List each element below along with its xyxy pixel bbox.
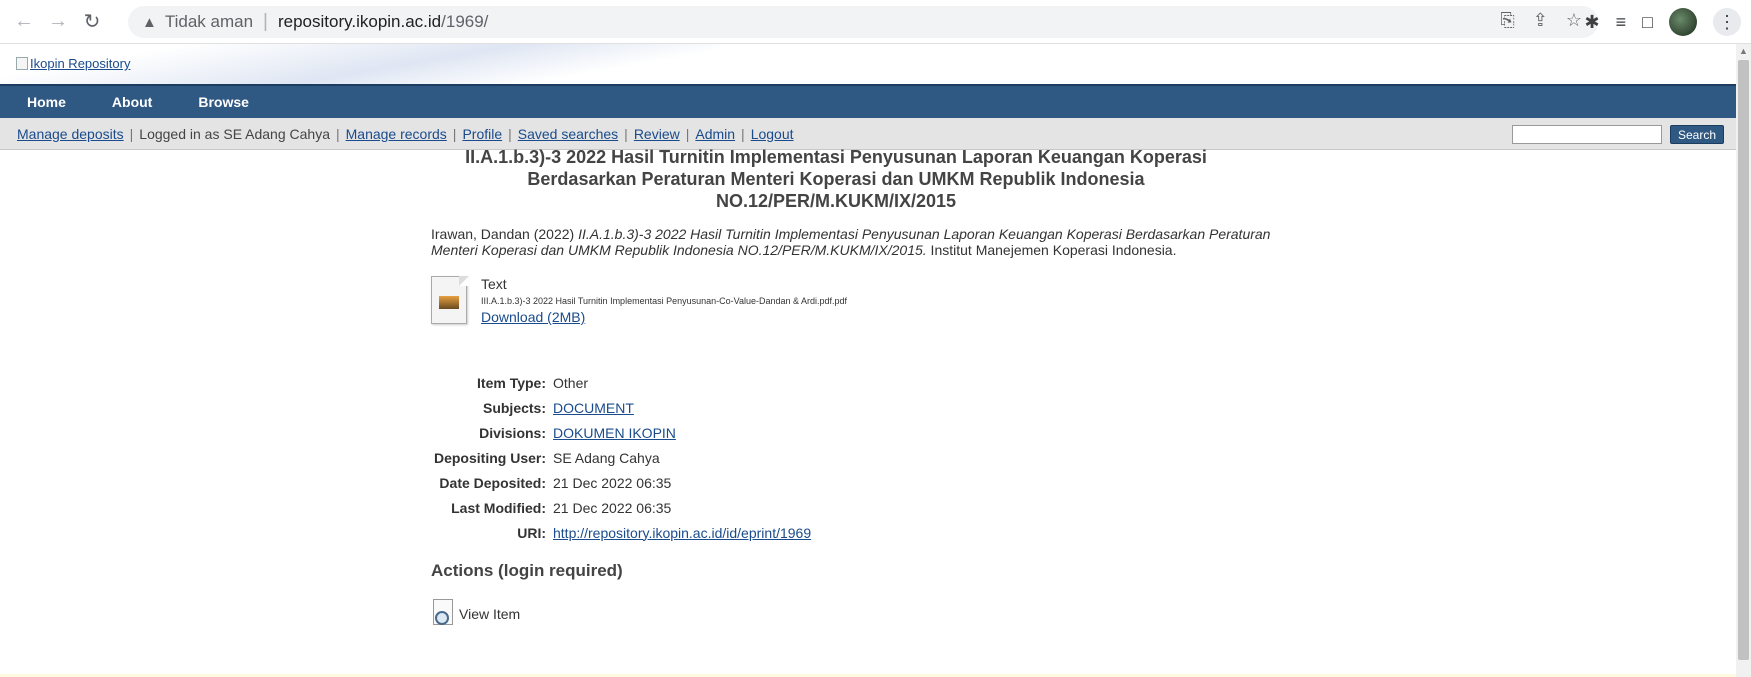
- metadata-label: URI:: [517, 524, 546, 541]
- download-link[interactable]: Download (2MB): [481, 309, 585, 325]
- profile-avatar[interactable]: [1669, 8, 1697, 36]
- metadata-table: Item Type: Other Subjects: DOCUMENT Division…: [431, 370, 1311, 545]
- scroll-up-arrow-icon[interactable]: ▲: [1739, 46, 1748, 56]
- scrollbar-thumb[interactable]: [1738, 60, 1749, 660]
- metadata-value-link[interactable]: http://repository.ikopin.ac.id/id/eprint…: [553, 525, 811, 541]
- toolbar-separator: |: [508, 125, 512, 142]
- site-banner: Ikopin Repository: [0, 44, 1736, 84]
- document-type: Text: [481, 276, 507, 292]
- search-button[interactable]: Search: [1670, 125, 1724, 144]
- browser-toolbar: ← → ↻ ▲ Tidak aman | repository.ikopin.a…: [0, 0, 1751, 44]
- extensions-puzzle-icon[interactable]: ✱: [1585, 12, 1600, 33]
- warning-icon[interactable]: ▲: [142, 14, 157, 31]
- metadata-label: Subjects:: [482, 399, 546, 416]
- profile-link[interactable]: Profile: [462, 126, 502, 142]
- metadata-label: Item Type:: [477, 374, 546, 391]
- manage-deposits-link[interactable]: Manage deposits: [17, 126, 124, 142]
- review-link[interactable]: Review: [634, 126, 680, 142]
- metadata-value-link[interactable]: DOCUMENT: [553, 400, 634, 416]
- title-line: NO.12/PER/M.KUKM/IX/2015: [715, 191, 957, 211]
- metadata-label: Date Deposited:: [439, 474, 546, 491]
- web-page: Ikopin Repository Home About Browse Mana…: [0, 44, 1736, 677]
- omnibox-actions: ⎘ ⇪ ☆: [1500, 10, 1582, 31]
- metadata-value: 21 Dec 2022 06:35: [553, 474, 672, 491]
- metadata-row: Item Type: Other: [431, 370, 1311, 395]
- back-arrow-icon[interactable]: ←: [10, 8, 38, 36]
- citation-author: Irawan, Dandan (2022): [431, 226, 579, 242]
- metadata-row: Depositing User: SE Adang Cahya: [431, 445, 1311, 470]
- eprint-content: II.A.1.b.3)-3 2022 Hasil Turnitin Implem…: [431, 146, 1311, 629]
- actions-heading: Actions (login required): [431, 561, 623, 580]
- document-attachment: Text III.A.1.b.3)-3 2022 Hasil Turnitin …: [431, 276, 1311, 330]
- document-filename: III.A.1.b.3)-3 2022 Hasil Turnitin Imple…: [481, 296, 848, 306]
- view-item-label[interactable]: View Item: [459, 606, 520, 622]
- toolbar-separator: |: [129, 125, 134, 142]
- eprint-title: II.A.1.b.3)-3 2022 Hasil Turnitin Implem…: [446, 146, 1226, 212]
- bookmark-star-icon[interactable]: ☆: [1566, 10, 1582, 31]
- manage-records-link[interactable]: Manage records: [346, 126, 447, 142]
- share-icon[interactable]: ⇪: [1533, 10, 1548, 31]
- logout-link[interactable]: Logout: [751, 126, 794, 142]
- address-bar[interactable]: ▲ Tidak aman | repository.ikopin.ac.id/1…: [128, 6, 1598, 38]
- metadata-value: 21 Dec 2022 06:35: [553, 499, 672, 516]
- url-path[interactable]: /1969/: [441, 12, 488, 32]
- toolbar-separator: |: [741, 125, 745, 142]
- browser-menu-icon[interactable]: ⋮: [1713, 8, 1741, 36]
- extension-area: ✱ ≡ □ ⋮: [1585, 8, 1741, 36]
- citation: Irawan, Dandan (2022) II.A.1.b.3)-3 2022…: [431, 226, 1311, 258]
- metadata-value: SE Adang Cahya: [553, 449, 660, 466]
- metadata-label: Depositing User:: [433, 449, 546, 466]
- document-thumbnail-icon[interactable]: [431, 276, 469, 326]
- side-panel-icon[interactable]: □: [1642, 12, 1653, 33]
- title-line: II.A.1.b.3)-3 2022 Hasil Turnitin Implem…: [465, 147, 1207, 167]
- metadata-value-link[interactable]: DOKUMEN IKOPIN: [553, 425, 676, 441]
- citation-publisher: Institut Manejemen Koperasi Indonesia.: [926, 242, 1177, 258]
- reading-list-icon[interactable]: ≡: [1616, 12, 1627, 33]
- logo-alt-text[interactable]: Ikopin Repository: [30, 56, 130, 71]
- metadata-row: Subjects: DOCUMENT: [431, 395, 1311, 420]
- menu-browse[interactable]: Browse: [198, 94, 249, 110]
- menu-home[interactable]: Home: [27, 94, 66, 110]
- menu-about[interactable]: About: [112, 94, 152, 110]
- forward-arrow-icon[interactable]: →: [44, 8, 72, 36]
- view-item-action[interactable]: View Item: [431, 599, 1311, 629]
- search-input[interactable]: [1512, 125, 1662, 144]
- metadata-row: URI: http://repository.ikopin.ac.id/id/ep…: [431, 520, 1311, 545]
- toolbar-separator: |: [685, 125, 690, 142]
- view-item-icon[interactable]: [431, 599, 457, 629]
- metadata-label: Divisions:: [479, 424, 546, 441]
- main-menu: Home About Browse: [0, 84, 1736, 118]
- toolbar-separator: |: [624, 125, 628, 142]
- security-label[interactable]: Tidak aman: [165, 12, 253, 32]
- reload-icon[interactable]: ↻: [78, 8, 106, 36]
- metadata-label: Last Modified:: [451, 499, 546, 516]
- toolbar-separator: |: [452, 125, 457, 142]
- broken-image-icon: [16, 57, 28, 70]
- title-line: Berdasarkan Peraturan Menteri Koperasi d…: [527, 169, 1145, 189]
- saved-searches-link[interactable]: Saved searches: [518, 126, 618, 142]
- document-info: Text III.A.1.b.3)-3 2022 Hasil Turnitin …: [481, 276, 847, 330]
- metadata-row: Divisions: DOKUMEN IKOPIN: [431, 420, 1311, 445]
- admin-link[interactable]: Admin: [695, 126, 735, 142]
- url-host[interactable]: repository.ikopin.ac.id: [278, 12, 441, 32]
- scrollbar[interactable]: ▲: [1736, 44, 1751, 677]
- translate-icon[interactable]: ⎘: [1500, 10, 1514, 31]
- logged-in-label: Logged in as SE Adang Cahya: [139, 125, 330, 142]
- toolbar-separator: |: [335, 125, 340, 142]
- metadata-row: Last Modified: 21 Dec 2022 06:35: [431, 495, 1311, 520]
- site-logo-link[interactable]: Ikopin Repository: [16, 56, 130, 71]
- metadata-row: Date Deposited: 21 Dec 2022 06:35: [431, 470, 1311, 495]
- metadata-value: Other: [553, 374, 589, 391]
- omnibox-divider: |: [263, 11, 268, 32]
